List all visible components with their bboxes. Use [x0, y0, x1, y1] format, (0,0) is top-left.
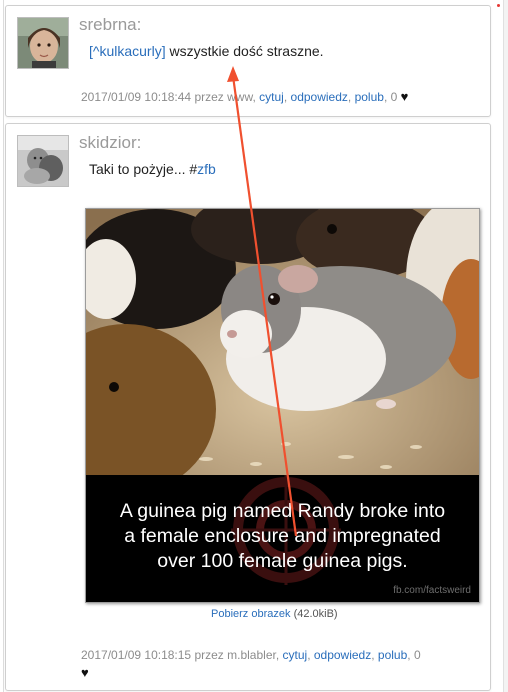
post-image[interactable]: A guinea pig named Randy broke into a fe… [85, 208, 480, 603]
hashtag-link[interactable]: zfb [197, 161, 216, 177]
left-edge-line [3, 0, 4, 692]
image-caption-area: A guinea pig named Randy broke into a fe… [86, 475, 479, 602]
avatar-photo-srebrna [18, 18, 68, 68]
reply-link[interactable]: odpowiedz [291, 90, 348, 104]
timestamp: 2017/01/09 10:18:44 [81, 90, 192, 104]
post-content: [^kulkacurly] wszystkie dość straszne. [89, 43, 324, 59]
caption-line: over 100 female guinea pigs. [157, 550, 408, 572]
timestamp: 2017/01/09 10:18:15 [81, 648, 192, 662]
reply-link[interactable]: odpowiedz [314, 648, 371, 662]
download-image-link[interactable]: Pobierz obrazek [211, 608, 291, 620]
post-text: wszystkie dość straszne. [165, 43, 324, 59]
post-text: Taki to pożyje... # [89, 161, 198, 177]
heart-icon: ♥ [400, 89, 409, 104]
post-card: srebrna: [^kulkacurly] wszystkie dość st… [5, 5, 491, 117]
caption-line: A guinea pig named Randy broke into [119, 500, 446, 522]
image-caption: A guinea pig named Randy broke into a fe… [86, 499, 479, 574]
scrollbar-track[interactable] [503, 0, 508, 692]
via-source: przez www, [194, 90, 256, 104]
mention-link[interactable]: [^kulkacurly] [89, 43, 166, 59]
avatar-photo-skidzior [18, 136, 68, 186]
post-card: skidzior: Taki to pożyje... #zfb A guine… [5, 123, 491, 691]
image-watermark: fb.com/factsweird [393, 585, 471, 596]
download-info: Pobierz obrazek (42.0kiB) [211, 608, 338, 620]
avatar[interactable] [17, 135, 69, 187]
post-content: Taki to pożyje... #zfb [89, 161, 216, 177]
like-link[interactable]: polub [378, 648, 407, 662]
username[interactable]: srebrna: [79, 15, 141, 35]
post-meta: 2017/01/09 10:18:15 przez m.blabler, cyt… [81, 648, 421, 680]
post-meta: 2017/01/09 10:18:44 przez www, cytuj, od… [81, 89, 409, 104]
username[interactable]: skidzior: [79, 133, 141, 153]
guinea-pig-photo [86, 209, 479, 494]
quote-link[interactable]: cytuj [259, 90, 284, 104]
caption-line: a female enclosure and impregnated [124, 525, 441, 547]
avatar[interactable] [17, 17, 69, 69]
via-source: przez m.blabler, [194, 648, 280, 662]
like-count: 0 [390, 90, 398, 104]
like-link[interactable]: polub [355, 90, 384, 104]
like-count: 0 [413, 648, 421, 662]
notification-dot [497, 4, 500, 7]
quote-link[interactable]: cytuj [283, 648, 308, 662]
heart-icon: ♥ [81, 665, 89, 680]
file-size: (42.0kiB) [293, 608, 338, 620]
